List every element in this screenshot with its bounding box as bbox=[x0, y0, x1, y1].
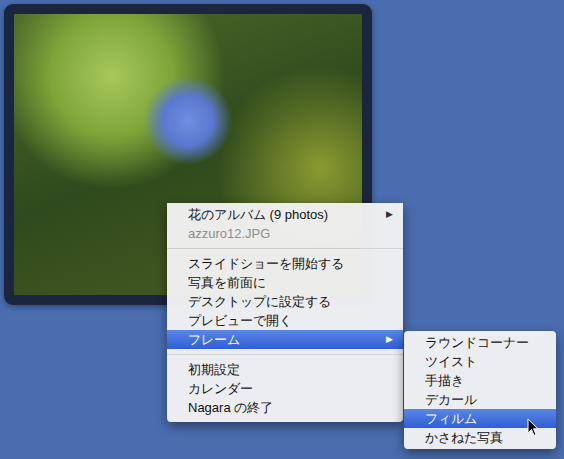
cursor-icon bbox=[527, 418, 539, 437]
desktop: 花のアルバム (9 photos)▶azzuro12.JPG スライドショーを開始… bbox=[0, 0, 564, 459]
menu-item[interactable]: デスクトップに設定する bbox=[167, 292, 403, 311]
menu-item[interactable]: 写真を前面に bbox=[167, 273, 403, 292]
menu-item[interactable]: プレビューで開く bbox=[167, 311, 403, 330]
menu-item[interactable]: 初期設定 bbox=[167, 360, 403, 379]
submenu-arrow-icon: ▶ bbox=[386, 332, 393, 347]
submenu-item[interactable]: デカール bbox=[404, 390, 556, 409]
menu-item: azzuro12.JPG bbox=[167, 224, 403, 243]
context-menu: 花のアルバム (9 photos)▶azzuro12.JPG スライドショーを開始… bbox=[167, 203, 403, 422]
menu-separator bbox=[167, 248, 403, 249]
menu-item[interactable]: 花のアルバム (9 photos)▶ bbox=[167, 205, 403, 224]
submenu-item[interactable]: 手描き bbox=[404, 371, 556, 390]
menu-item[interactable]: カレンダー bbox=[167, 379, 403, 398]
submenu-item[interactable]: ラウンドコーナー bbox=[404, 333, 556, 352]
menu-item[interactable]: フレーム▶ bbox=[167, 330, 403, 349]
submenu-arrow-icon: ▶ bbox=[386, 207, 393, 222]
submenu-item[interactable]: ツイスト bbox=[404, 352, 556, 371]
menu-item[interactable]: スライドショーを開始する bbox=[167, 254, 403, 273]
menu-item[interactable]: Nagara の終了 bbox=[167, 398, 403, 417]
menu-separator bbox=[167, 354, 403, 355]
